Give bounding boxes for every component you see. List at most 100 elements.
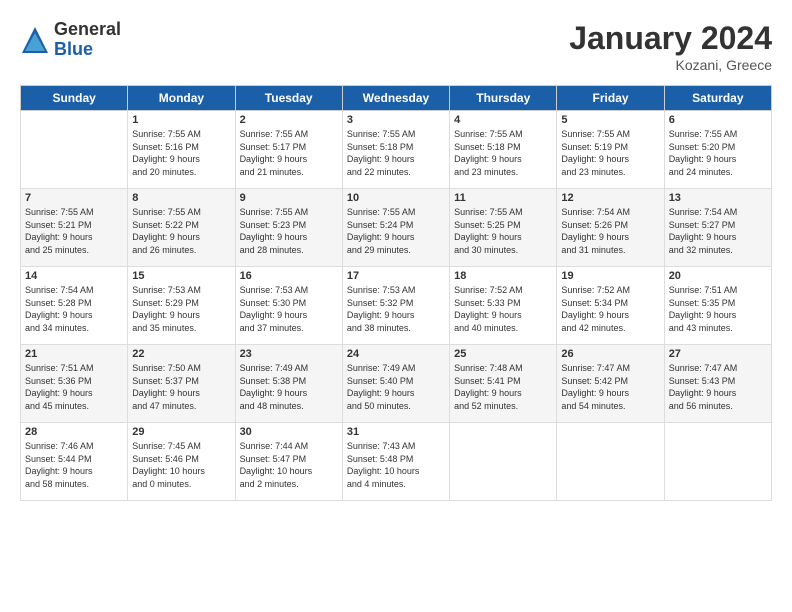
day-number: 21 [25,348,123,360]
header: General Blue January 2024 Kozani, Greece [20,20,772,73]
day-number: 15 [132,270,230,282]
day-info: Sunrise: 7:55 AMSunset: 5:16 PMDaylight:… [132,128,230,178]
table-row [664,423,771,501]
day-info: Sunrise: 7:43 AMSunset: 5:48 PMDaylight:… [347,440,445,490]
table-row: 28 Sunrise: 7:46 AMSunset: 5:44 PMDayligh… [21,423,128,501]
day-info: Sunrise: 7:54 AMSunset: 5:28 PMDaylight:… [25,284,123,334]
table-row: 27 Sunrise: 7:47 AMSunset: 5:43 PMDayligh… [664,345,771,423]
col-thursday: Thursday [450,86,557,111]
col-saturday: Saturday [664,86,771,111]
table-row: 15 Sunrise: 7:53 AMSunset: 5:29 PMDayligh… [128,267,235,345]
day-number: 13 [669,192,767,204]
day-number: 20 [669,270,767,282]
table-row: 6Sunrise: 7:55 AMSunset: 5:20 PMDaylight… [664,111,771,189]
day-number: 4 [454,114,552,126]
day-number: 5 [561,114,659,126]
day-number: 16 [240,270,338,282]
col-friday: Friday [557,86,664,111]
table-row: 11 Sunrise: 7:55 AMSunset: 5:25 PMDayligh… [450,189,557,267]
day-info: Sunrise: 7:53 AMSunset: 5:30 PMDaylight:… [240,284,338,334]
table-row: 18Sunrise: 7:52 AMSunset: 5:33 PMDayligh… [450,267,557,345]
day-number: 27 [669,348,767,360]
table-row: 17Sunrise: 7:53 AMSunset: 5:32 PMDayligh… [342,267,449,345]
day-info: Sunrise: 7:54 AMSunset: 5:26 PMDaylight:… [561,206,659,256]
calendar-week-row: 21 Sunrise: 7:51 AMSunset: 5:36 PMDayligh… [21,345,772,423]
table-row: 8 Sunrise: 7:55 AMSunset: 5:22 PMDaylight… [128,189,235,267]
day-info: Sunrise: 7:55 AMSunset: 5:20 PMDaylight:… [669,128,767,178]
table-row: 19 Sunrise: 7:52 AMSunset: 5:34 PMDayligh… [557,267,664,345]
table-row: 26Sunrise: 7:47 AMSunset: 5:42 PMDayligh… [557,345,664,423]
calendar-header-row: Sunday Monday Tuesday Wednesday Thursday… [21,86,772,111]
day-number: 18 [454,270,552,282]
month-title: January 2024 [569,20,772,57]
day-info: Sunrise: 7:44 AMSunset: 5:47 PMDaylight:… [240,440,338,490]
table-row: 23 Sunrise: 7:49 AMSunset: 5:38 PMDayligh… [235,345,342,423]
day-number: 19 [561,270,659,282]
day-info: Sunrise: 7:55 AMSunset: 5:19 PMDaylight:… [561,128,659,178]
table-row: 25Sunrise: 7:48 AMSunset: 5:41 PMDayligh… [450,345,557,423]
day-info: Sunrise: 7:49 AMSunset: 5:38 PMDaylight:… [240,362,338,412]
location: Kozani, Greece [569,57,772,73]
day-info: Sunrise: 7:47 AMSunset: 5:43 PMDaylight:… [669,362,767,412]
logo-general-text: General [54,20,121,40]
day-number: 17 [347,270,445,282]
day-info: Sunrise: 7:54 AMSunset: 5:27 PMDaylight:… [669,206,767,256]
col-sunday: Sunday [21,86,128,111]
day-number: 24 [347,348,445,360]
day-info: Sunrise: 7:49 AMSunset: 5:40 PMDaylight:… [347,362,445,412]
table-row: 12 Sunrise: 7:54 AMSunset: 5:26 PMDayligh… [557,189,664,267]
table-row [557,423,664,501]
day-number: 23 [240,348,338,360]
table-row: 29Sunrise: 7:45 AMSunset: 5:46 PMDayligh… [128,423,235,501]
calendar-week-row: 28 Sunrise: 7:46 AMSunset: 5:44 PMDayligh… [21,423,772,501]
day-number: 28 [25,426,123,438]
table-row: 2 Sunrise: 7:55 AMSunset: 5:17 PMDaylight… [235,111,342,189]
table-row [450,423,557,501]
day-info: Sunrise: 7:55 AMSunset: 5:21 PMDaylight:… [25,206,123,256]
logo: General Blue [20,20,121,60]
day-number: 7 [25,192,123,204]
col-wednesday: Wednesday [342,86,449,111]
day-number: 2 [240,114,338,126]
day-number: 9 [240,192,338,204]
col-monday: Monday [128,86,235,111]
day-number: 26 [561,348,659,360]
logo-blue-text: Blue [54,40,121,60]
day-info: Sunrise: 7:48 AMSunset: 5:41 PMDaylight:… [454,362,552,412]
day-number: 30 [240,426,338,438]
day-info: Sunrise: 7:52 AMSunset: 5:34 PMDaylight:… [561,284,659,334]
day-info: Sunrise: 7:50 AMSunset: 5:37 PMDaylight:… [132,362,230,412]
table-row: 21 Sunrise: 7:51 AMSunset: 5:36 PMDayligh… [21,345,128,423]
day-info: Sunrise: 7:45 AMSunset: 5:46 PMDaylight:… [132,440,230,490]
table-row: 30 Sunrise: 7:44 AMSunset: 5:47 PMDayligh… [235,423,342,501]
table-row: 5 Sunrise: 7:55 AMSunset: 5:19 PMDaylight… [557,111,664,189]
day-number: 1 [132,114,230,126]
table-row: 7 Sunrise: 7:55 AMSunset: 5:21 PMDaylight… [21,189,128,267]
day-info: Sunrise: 7:55 AMSunset: 5:22 PMDaylight:… [132,206,230,256]
table-row: 13 Sunrise: 7:54 AMSunset: 5:27 PMDayligh… [664,189,771,267]
day-number: 11 [454,192,552,204]
day-number: 31 [347,426,445,438]
day-info: Sunrise: 7:55 AMSunset: 5:23 PMDaylight:… [240,206,338,256]
day-info: Sunrise: 7:55 AMSunset: 5:25 PMDaylight:… [454,206,552,256]
col-tuesday: Tuesday [235,86,342,111]
table-row: 20 Sunrise: 7:51 AMSunset: 5:35 PMDayligh… [664,267,771,345]
table-row: 16 Sunrise: 7:53 AMSunset: 5:30 PMDayligh… [235,267,342,345]
day-number: 8 [132,192,230,204]
table-row: 10Sunrise: 7:55 AMSunset: 5:24 PMDayligh… [342,189,449,267]
table-row: 1 Sunrise: 7:55 AMSunset: 5:16 PMDaylight… [128,111,235,189]
table-row: 24 Sunrise: 7:49 AMSunset: 5:40 PMDayligh… [342,345,449,423]
table-row: 14Sunrise: 7:54 AMSunset: 5:28 PMDayligh… [21,267,128,345]
logo-icon [20,25,50,55]
day-info: Sunrise: 7:55 AMSunset: 5:24 PMDaylight:… [347,206,445,256]
day-info: Sunrise: 7:53 AMSunset: 5:29 PMDaylight:… [132,284,230,334]
day-number: 12 [561,192,659,204]
day-info: Sunrise: 7:55 AMSunset: 5:17 PMDaylight:… [240,128,338,178]
day-info: Sunrise: 7:51 AMSunset: 5:36 PMDaylight:… [25,362,123,412]
logo-text: General Blue [54,20,121,60]
day-info: Sunrise: 7:55 AMSunset: 5:18 PMDaylight:… [347,128,445,178]
title-block: January 2024 Kozani, Greece [569,20,772,73]
day-info: Sunrise: 7:46 AMSunset: 5:44 PMDaylight:… [25,440,123,490]
table-row: 31 Sunrise: 7:43 AMSunset: 5:48 PMDayligh… [342,423,449,501]
day-info: Sunrise: 7:51 AMSunset: 5:35 PMDaylight:… [669,284,767,334]
